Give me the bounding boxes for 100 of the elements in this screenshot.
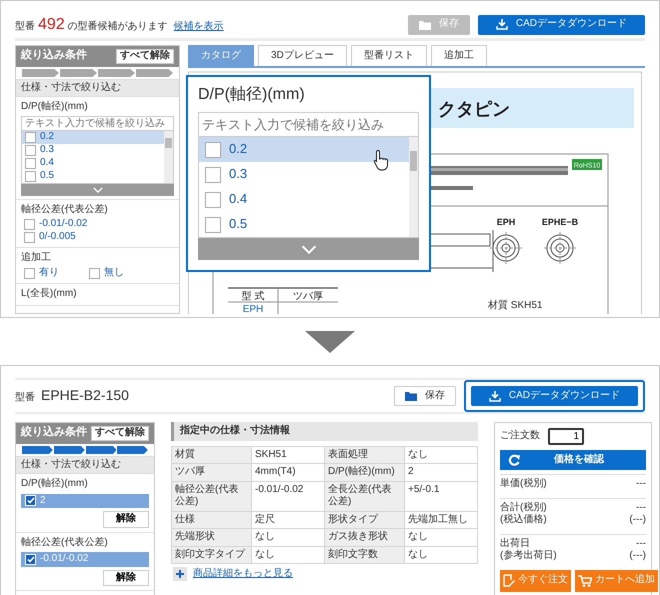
price-value: --- bbox=[636, 538, 646, 550]
catalog-title: クタピン bbox=[438, 99, 510, 119]
option-item[interactable]: 0.3 bbox=[199, 162, 409, 187]
price-label: (税込価格) bbox=[500, 514, 547, 526]
clear-button[interactable]: 解除 bbox=[103, 511, 149, 528]
tab[interactable]: 3Dプレビュー bbox=[258, 45, 347, 66]
section-title: 仕様・寸法で絞り込む bbox=[16, 78, 179, 97]
checkbox[interactable] bbox=[25, 132, 36, 142]
checkbox[interactable] bbox=[25, 158, 36, 168]
spec-label: 仕様 bbox=[172, 511, 252, 528]
quantity-input[interactable]: 1 bbox=[548, 428, 584, 445]
option-label: 0.5 bbox=[40, 170, 54, 182]
price-label: 出荷日 bbox=[500, 538, 531, 550]
option-item[interactable]: 有り bbox=[21, 266, 62, 280]
end-view-drawing bbox=[490, 232, 522, 264]
table-header: ツバ厚 bbox=[293, 291, 323, 302]
popup-title: D/P(軸径)(mm) bbox=[198, 85, 306, 105]
option-item[interactable]: 0/-0.005 bbox=[21, 231, 174, 244]
expand-bar[interactable] bbox=[21, 184, 174, 196]
candidate-count: 492 bbox=[38, 14, 65, 34]
price-value: (---) bbox=[629, 514, 646, 526]
spec-value: なし bbox=[252, 546, 324, 564]
check-price-button[interactable]: 価格を確認 bbox=[500, 450, 646, 470]
refresh-icon bbox=[508, 454, 520, 466]
hand-cursor-icon bbox=[373, 149, 391, 171]
option-item[interactable]: 0.2 bbox=[199, 137, 409, 162]
price-value: --- bbox=[636, 502, 646, 514]
spec-label: 全長公差(代表公差) bbox=[324, 481, 404, 511]
spec-value: なし bbox=[404, 528, 478, 546]
spec-label: ツバ厚 bbox=[172, 464, 252, 481]
spec-label: 先端形状 bbox=[172, 528, 252, 546]
checkbox[interactable] bbox=[205, 166, 221, 182]
filter-label: 軸径公差(代表公差) bbox=[21, 202, 109, 216]
price-label: 単価(税別) bbox=[500, 478, 547, 490]
checkbox[interactable] bbox=[25, 170, 36, 182]
option-label: 0.4 bbox=[229, 191, 248, 208]
more-details-link[interactable]: 商品詳細をもっと見る bbox=[193, 568, 293, 580]
option-label: 0.5 bbox=[229, 216, 248, 233]
checkbox[interactable] bbox=[24, 232, 35, 243]
option-label: -0.01/-0.02 bbox=[40, 553, 88, 566]
filter-label: D/P(軸径)(mm) bbox=[21, 100, 89, 114]
save-button[interactable]: 保存 bbox=[394, 386, 456, 406]
plus-icon bbox=[173, 567, 187, 581]
download-icon bbox=[488, 390, 501, 402]
price-label: (参考出荷日) bbox=[500, 550, 557, 562]
checkbox[interactable] bbox=[205, 216, 221, 232]
filter-input[interactable]: テキスト入力で候補を絞り込み bbox=[198, 112, 419, 137]
clear-all-button[interactable]: すべて解除 bbox=[116, 49, 174, 64]
spec-label: 軸径公差(代表公差) bbox=[172, 481, 252, 511]
filter-input[interactable]: テキスト入力で候補を絞り込み bbox=[21, 116, 174, 130]
section-title: 仕様・寸法で絞り込む bbox=[16, 456, 154, 474]
tab[interactable]: 追加工 bbox=[430, 45, 487, 66]
spec-value: なし bbox=[404, 546, 478, 564]
option-item[interactable]: 無し bbox=[86, 266, 127, 280]
filter-label: 追加工 bbox=[21, 250, 52, 265]
checkbox[interactable] bbox=[25, 144, 36, 156]
spec-label: 形状タイプ bbox=[324, 511, 404, 528]
option-label: 0.4 bbox=[40, 156, 54, 170]
part-number-label: 型番 bbox=[15, 392, 35, 405]
cad-download-button[interactable]: CADデータダウンロード bbox=[470, 386, 638, 406]
spec-value: 4mm(T4) bbox=[252, 464, 324, 481]
tab[interactable]: 型番リスト bbox=[350, 45, 427, 66]
checkbox[interactable] bbox=[24, 219, 35, 230]
cad-download-button[interactable]: CADデータダウンロード bbox=[478, 14, 645, 34]
option-item[interactable]: 0.4 bbox=[22, 156, 164, 170]
folder-icon bbox=[418, 20, 431, 30]
option-item[interactable]: -0.01/-0.02 bbox=[21, 218, 174, 231]
show-candidates-link[interactable]: 候補を表示 bbox=[174, 20, 224, 33]
option-label: 0/-0.005 bbox=[39, 231, 76, 244]
checkbox[interactable] bbox=[89, 268, 100, 278]
spec-label: 材質 bbox=[172, 446, 252, 464]
option-item[interactable]: 0.5 bbox=[22, 170, 164, 182]
spec-value: なし bbox=[252, 528, 324, 546]
checkbox[interactable] bbox=[24, 268, 35, 278]
scrollbar[interactable] bbox=[409, 137, 418, 237]
option-item[interactable]: 0.2 bbox=[22, 130, 164, 144]
download-icon bbox=[496, 19, 508, 30]
filter-label: L(全長)(mm) bbox=[21, 286, 78, 300]
spec-label: 表面処理 bbox=[324, 446, 404, 464]
cart-icon bbox=[578, 574, 592, 586]
option-label: 無し bbox=[104, 266, 124, 280]
price-value: --- bbox=[636, 478, 646, 490]
spec-value: SKH51 bbox=[252, 446, 324, 464]
option-item[interactable]: 0.3 bbox=[22, 144, 164, 156]
filter-label: D/P(軸径)(mm) bbox=[21, 476, 89, 491]
scrollbar[interactable] bbox=[164, 130, 173, 182]
option-item[interactable]: 0.4 bbox=[199, 187, 409, 212]
checkbox[interactable] bbox=[205, 142, 221, 158]
option-label: 2 bbox=[40, 494, 46, 507]
option-item[interactable]: 0.5 bbox=[199, 212, 409, 237]
spec-value: +5/-0.1 bbox=[404, 481, 478, 511]
spec-label: ガス抜き形状 bbox=[324, 528, 404, 546]
checkbox[interactable] bbox=[205, 192, 221, 208]
specs-title: 指定中の仕様・寸法情報 bbox=[171, 422, 478, 440]
price-value: (---) bbox=[629, 550, 646, 562]
part-number-label: 型番 bbox=[15, 20, 35, 33]
folder-icon bbox=[404, 391, 417, 401]
clear-all-button[interactable]: すべて解除 bbox=[91, 426, 149, 440]
clear-button[interactable]: 解除 bbox=[103, 570, 149, 586]
table-header: 型 式 bbox=[242, 291, 264, 302]
